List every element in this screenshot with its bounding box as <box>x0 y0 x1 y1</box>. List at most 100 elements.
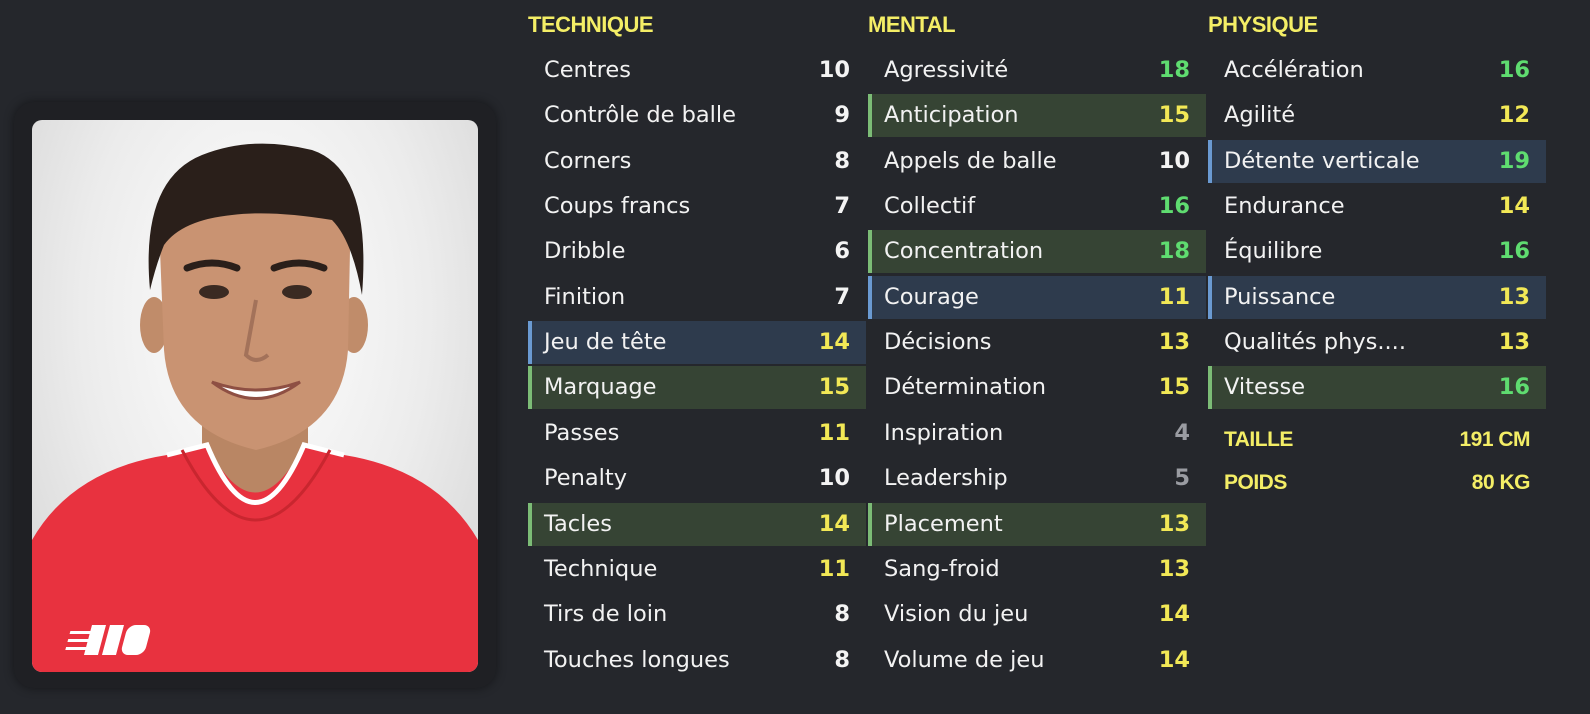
attribute-label: Technique <box>544 555 658 582</box>
attribute-row[interactable]: Courage 11 <box>868 275 1206 319</box>
attribute-row[interactable]: Placement 13 <box>868 502 1206 546</box>
attribute-row[interactable]: Détermination 15 <box>868 366 1206 409</box>
attribute-value: 15 <box>1158 102 1190 129</box>
attribute-value: 13 <box>1158 555 1190 582</box>
attribute-row[interactable]: Tirs de loin 8 <box>528 593 866 636</box>
attribute-label: Dribble <box>544 238 626 265</box>
attribute-label: Détente verticale <box>1224 147 1420 174</box>
attribute-label: Finition <box>544 283 626 310</box>
attribute-value: 16 <box>1158 193 1190 220</box>
attribute-row[interactable]: Tacles 14 <box>528 502 866 546</box>
attribute-row[interactable]: Puissance 13 <box>1208 275 1546 319</box>
attribute-label: Accélération <box>1224 57 1364 83</box>
physique-header: PHYSIQUE <box>1208 12 1318 37</box>
attribute-value: 16 <box>1498 374 1530 401</box>
attribute-value: 14 <box>1158 601 1190 628</box>
attribute-label: Détermination <box>884 374 1047 401</box>
attribute-label: Volume de jeu <box>884 646 1045 673</box>
attribute-value: 16 <box>1498 238 1530 265</box>
attribute-value: 11 <box>818 555 850 582</box>
attribute-value: 19 <box>1498 147 1530 174</box>
attribute-row[interactable]: Agressivité 18 <box>868 49 1206 92</box>
attribute-value: 7 <box>834 283 850 310</box>
attribute-label: Placement <box>884 510 1003 537</box>
attribute-row[interactable]: Vitesse 16 <box>1208 366 1546 410</box>
attribute-row[interactable]: Inspiration 4 <box>868 412 1206 455</box>
attribute-row[interactable]: Technique 11 <box>528 548 866 591</box>
player-photo-frame <box>14 102 496 688</box>
attribute-label: Appels de balle <box>884 147 1057 174</box>
attribute-row[interactable]: Décisions 13 <box>868 321 1206 364</box>
attribute-label: Coups francs <box>544 193 691 220</box>
attribute-label: Marquage <box>544 374 657 401</box>
attribute-value: 14 <box>818 510 850 537</box>
attribute-label: Centres <box>544 57 631 83</box>
attribute-row[interactable]: Endurance 14 <box>1208 185 1546 228</box>
attribute-value: 5 <box>1174 465 1190 492</box>
attribute-value: 16 <box>1498 57 1530 83</box>
attribute-label: Vitesse <box>1224 374 1306 401</box>
attribute-label: Concentration <box>884 238 1044 265</box>
attribute-label: Sang-froid <box>884 555 1000 582</box>
info-value: 80 KG <box>1471 471 1531 494</box>
attribute-value: 9 <box>834 102 850 129</box>
attribute-row[interactable]: Coups francs 7 <box>528 185 866 228</box>
attribute-row[interactable]: Détente verticale 19 <box>1208 139 1546 183</box>
attribute-value: 13 <box>1158 510 1190 537</box>
attribute-label: Penalty <box>544 465 628 492</box>
attribute-value: 18 <box>1158 238 1190 265</box>
attribute-value: 15 <box>818 374 850 401</box>
weight-info: POIDS 80 KG <box>1208 463 1546 503</box>
attribute-row[interactable]: Marquage 15 <box>528 366 866 410</box>
attribute-row[interactable]: Corners 8 <box>528 140 866 183</box>
attribute-label: Contrôle de balle <box>544 102 737 129</box>
attribute-value: 15 <box>1158 374 1190 401</box>
attribute-value: 13 <box>1498 283 1530 310</box>
attribute-label: Qualités phys.... <box>1224 329 1406 356</box>
attribute-row[interactable]: Agilité 12 <box>1208 94 1546 137</box>
attribute-row[interactable]: Appels de balle 10 <box>868 140 1206 183</box>
technique-header: TECHNIQUE <box>528 12 654 37</box>
attribute-label: Vision du jeu <box>884 601 1029 628</box>
attribute-label: Agressivité <box>884 57 1009 83</box>
attribute-row[interactable]: Dribble 6 <box>528 230 866 273</box>
attribute-value: 14 <box>1498 193 1530 220</box>
attribute-label: Tirs de loin <box>544 601 668 628</box>
attribute-label: Anticipation <box>884 102 1019 129</box>
attribute-row[interactable]: Volume de jeu 14 <box>868 639 1206 682</box>
attribute-label: Inspiration <box>884 419 1004 446</box>
attribute-row[interactable]: Jeu de tête 14 <box>528 321 866 365</box>
info-label: TAILLE <box>1224 428 1293 451</box>
attribute-label: Endurance <box>1224 193 1345 220</box>
attribute-row[interactable]: Finition 7 <box>528 276 866 319</box>
attribute-row[interactable]: Accélération 16 <box>1208 49 1546 92</box>
attribute-value: 11 <box>818 419 850 446</box>
attribute-row[interactable]: Anticipation 15 <box>868 94 1206 138</box>
attribute-value: 10 <box>818 465 850 492</box>
attribute-value: 11 <box>1158 283 1190 310</box>
attribute-value: 8 <box>834 147 850 174</box>
attribute-row[interactable]: Concentration 18 <box>868 230 1206 274</box>
attribute-row[interactable]: Vision du jeu 14 <box>868 593 1206 636</box>
attribute-row[interactable]: Qualités phys.... 13 <box>1208 321 1546 364</box>
attribute-label: Équilibre <box>1224 238 1323 265</box>
attribute-label: Leadership <box>884 465 1008 492</box>
attribute-value: 10 <box>1158 147 1190 174</box>
attribute-row[interactable]: Passes 11 <box>528 412 866 455</box>
attribute-row[interactable]: Équilibre 16 <box>1208 230 1546 273</box>
attribute-row[interactable]: Sang-froid 13 <box>868 548 1206 591</box>
attribute-label: Collectif <box>884 193 976 220</box>
attribute-row[interactable]: Centres 10 <box>528 49 866 92</box>
attribute-row[interactable]: Collectif 16 <box>868 185 1206 228</box>
attribute-row[interactable]: Touches longues 8 <box>528 639 866 682</box>
attribute-value: 4 <box>1174 419 1190 446</box>
info-label: POIDS <box>1224 471 1287 494</box>
attribute-label: Touches longues <box>544 646 730 673</box>
info-value: 191 CM <box>1459 428 1530 451</box>
attribute-label: Décisions <box>884 329 992 356</box>
attribute-row[interactable]: Contrôle de balle 9 <box>528 94 866 137</box>
attribute-value: 8 <box>834 601 850 628</box>
attribute-row[interactable]: Penalty 10 <box>528 457 866 500</box>
attribute-row[interactable]: Leadership 5 <box>868 457 1206 500</box>
attribute-value: 6 <box>834 238 850 265</box>
